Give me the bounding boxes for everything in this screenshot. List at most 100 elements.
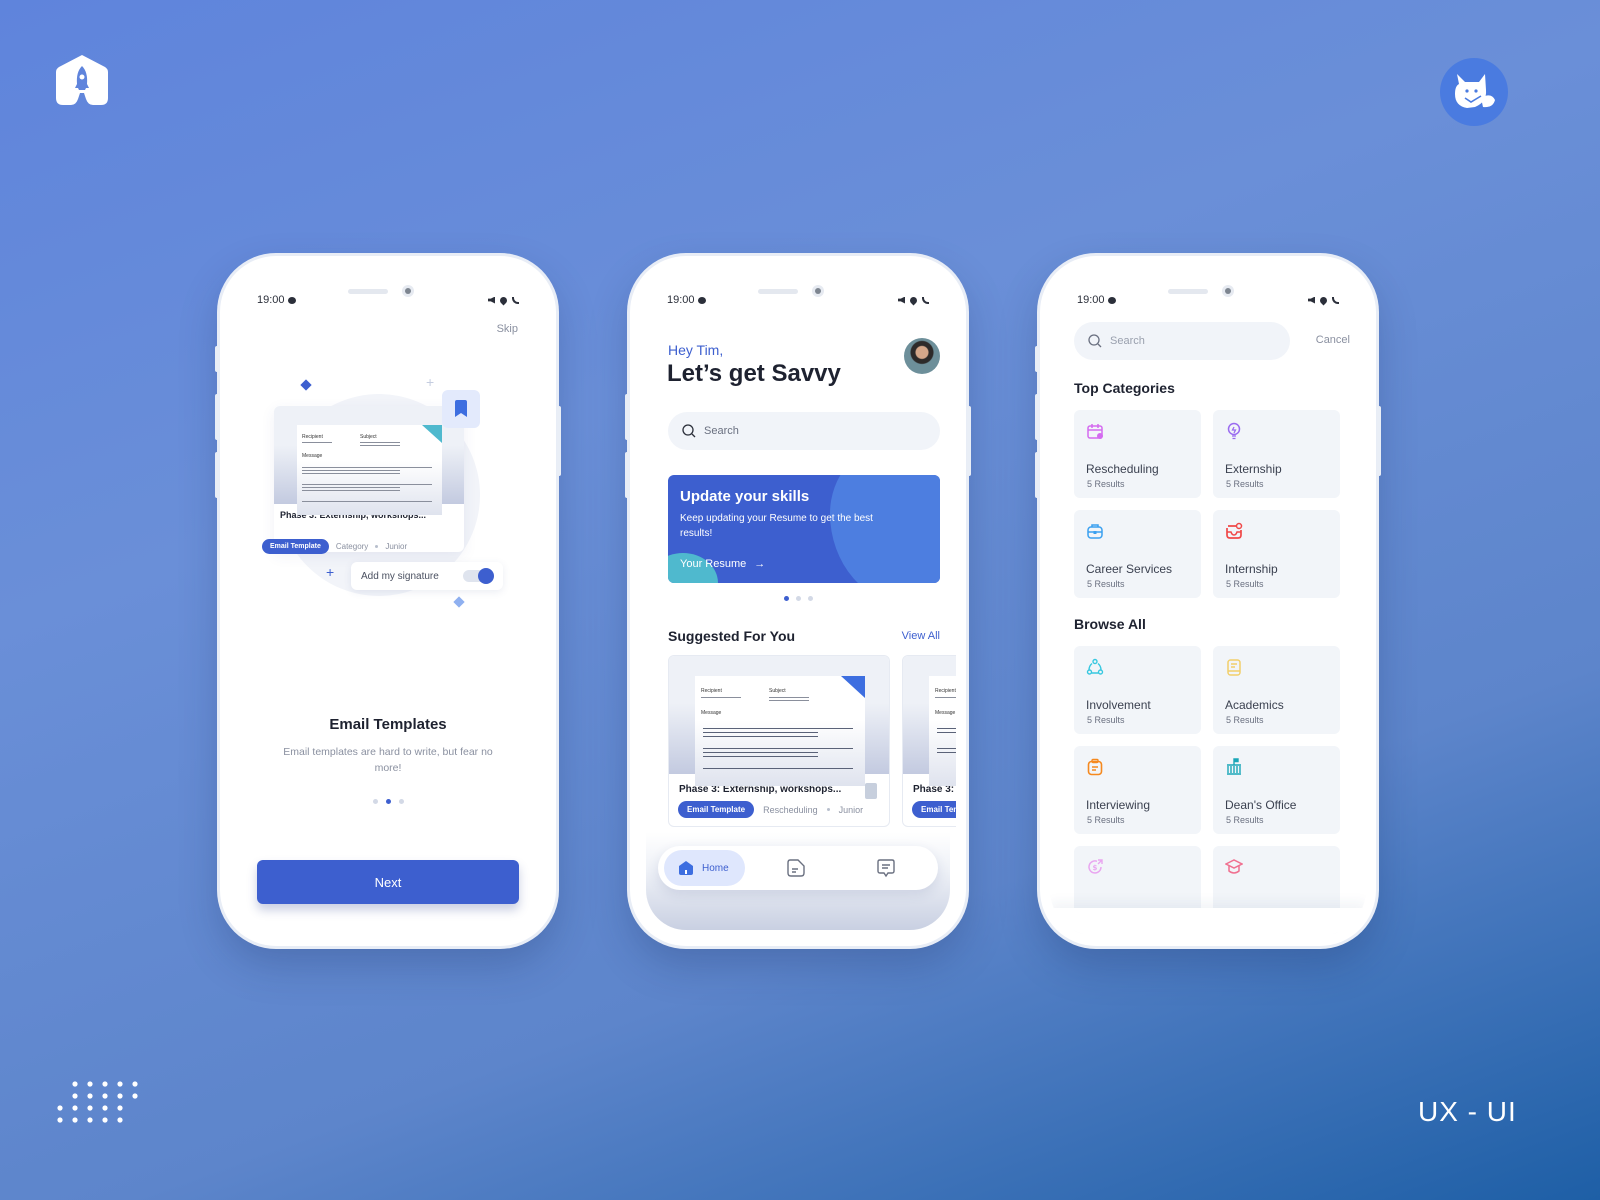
category-tile[interactable]: Academics 5 Results: [1213, 646, 1340, 734]
status-time: 19:00: [257, 294, 285, 306]
status-bar: 19:00: [257, 294, 519, 306]
category-name: Dean's Office: [1225, 798, 1297, 812]
category-count: 5 Results: [1226, 715, 1264, 725]
top-categories-grid: Rescheduling 5 Results Externship 5 Results…: [1074, 410, 1340, 598]
section-title: Top Categories: [1074, 380, 1175, 396]
phone-call-icon: [922, 296, 929, 304]
greeting: Hey Tim,: [668, 342, 724, 358]
nav-item-home[interactable]: Home: [664, 850, 745, 886]
screen: 19:00 Search Cancel Top Categories Resch…: [1050, 266, 1366, 936]
pager-dot[interactable]: [795, 596, 801, 601]
search-input[interactable]: Search: [668, 412, 940, 450]
document-preview: Recipient Message: [929, 676, 956, 786]
tag-pill: Email Template: [912, 801, 956, 818]
category-tile[interactable]: Externship 5 Results: [1213, 410, 1340, 498]
document-preview: Recipient Subject Message: [695, 676, 865, 786]
document-corner: [422, 425, 442, 443]
bottom-fade: [1050, 908, 1366, 936]
briefcase-icon: [1087, 524, 1103, 539]
banner-body: Keep updating your Resume to get the bes…: [680, 513, 873, 539]
category-count: 5 Results: [1087, 479, 1125, 489]
screen: 19:00 Skip + + Recipient Subject Message…: [230, 266, 546, 936]
meta-category: Category: [335, 542, 369, 551]
cta-label: Your Resume: [680, 558, 747, 570]
your-resume-link[interactable]: Your Resume →: [680, 558, 765, 570]
pager-dot[interactable]: [783, 596, 789, 601]
avatar[interactable]: [904, 338, 940, 374]
phone-side-button: [625, 452, 629, 498]
search-icon: [682, 424, 696, 438]
arrow-right-icon: →: [754, 558, 766, 570]
search-placeholder: Search: [704, 425, 739, 437]
category-tile[interactable]: Rescheduling 5 Results: [1074, 410, 1201, 498]
bookmark-icon: [455, 400, 467, 417]
card-meta: Email Template: [903, 795, 956, 824]
suggested-card[interactable]: Recipient Message Phase 3: Externship, w…: [902, 655, 956, 827]
document-icon: [786, 859, 805, 877]
status-time: 19:00: [667, 294, 695, 306]
cancel-button[interactable]: Cancel: [1316, 334, 1350, 346]
onboarding-description: Email templates are hard to write, but f…: [283, 746, 493, 774]
location-icon: [498, 295, 509, 305]
pager-dot[interactable]: [385, 799, 391, 804]
fox-logo-icon: [1440, 58, 1508, 126]
diamond-decoration: [300, 379, 312, 391]
category-tile[interactable]: Career Services 5 Results: [1074, 510, 1201, 598]
doc-recipient-label: Recipient: [302, 434, 323, 440]
location-icon: [908, 295, 919, 305]
category-tile[interactable]: Internship 5 Results: [1213, 510, 1340, 598]
phone-side-button: [625, 394, 629, 440]
nav-home-label: Home: [702, 862, 729, 874]
phone-call-icon: [512, 296, 519, 304]
status-time: 19:00: [1077, 294, 1105, 306]
suggested-card[interactable]: Recipient Subject Message Phase 3: Exter…: [668, 655, 890, 827]
meta-level: Junior: [838, 804, 864, 815]
update-skills-banner[interactable]: Update your skills Keep updating your Re…: [668, 475, 940, 583]
banner-pager: [640, 596, 956, 601]
message-icon: [697, 296, 706, 304]
doc-recipient-label: Recipient: [935, 688, 956, 694]
meta-category: Rescheduling: [763, 804, 818, 815]
onboarding-pager: [230, 799, 546, 804]
category-name: Rescheduling: [1086, 462, 1159, 476]
category-tile[interactable]: Involvement 5 Results: [1074, 646, 1201, 734]
card-meta: Email Template Rescheduling Junior: [669, 795, 889, 824]
plus-decoration: +: [326, 564, 335, 580]
phone-power-button: [967, 406, 971, 476]
money-icon: $: [1088, 859, 1103, 874]
signature-label: Add my signature: [361, 570, 439, 582]
doc-subject-label: Subject: [769, 688, 786, 694]
pager-dot[interactable]: [372, 799, 378, 804]
category-count: 5 Results: [1226, 815, 1264, 825]
svg-text:$: $: [1093, 864, 1098, 872]
pager-dot[interactable]: [398, 799, 404, 804]
category-tile[interactable]: Interviewing 5 Results: [1074, 746, 1201, 834]
skip-button[interactable]: Skip: [497, 323, 518, 335]
next-button[interactable]: Next: [257, 860, 519, 904]
volume-icon: [1308, 296, 1315, 304]
status-bar: 19:00: [667, 294, 929, 306]
phone-onboarding: 19:00 Skip + + Recipient Subject Message…: [215, 256, 561, 946]
template-card-illustration: Recipient Subject Message Phase 3: Exter…: [274, 406, 464, 552]
phone-side-button: [215, 394, 219, 440]
chat-icon: [876, 859, 895, 878]
doc-message-label: Message: [302, 453, 323, 459]
inbox-icon: [1226, 522, 1243, 539]
search-input[interactable]: Search: [1074, 322, 1290, 360]
doc-subject-label: Subject: [360, 434, 377, 440]
bookmark-icon[interactable]: [865, 783, 877, 799]
section-title: Browse All: [1074, 616, 1146, 632]
phone-side-button: [1035, 452, 1039, 498]
signature-toggle[interactable]: [463, 568, 494, 584]
nav-item-messages[interactable]: [875, 857, 897, 879]
category-name: Externship: [1225, 462, 1282, 476]
document-corner: [841, 676, 865, 698]
phone-power-button: [1377, 406, 1381, 476]
pager-dot[interactable]: [807, 596, 813, 601]
onboarding-title: Email Templates: [329, 716, 447, 733]
plus-decoration: +: [426, 374, 435, 390]
nav-item-documents[interactable]: [785, 857, 807, 879]
category-tile[interactable]: Dean's Office 5 Results: [1213, 746, 1340, 834]
view-all-link[interactable]: View All: [902, 630, 940, 642]
card-meta: Email Template Category Junior: [262, 534, 407, 554]
